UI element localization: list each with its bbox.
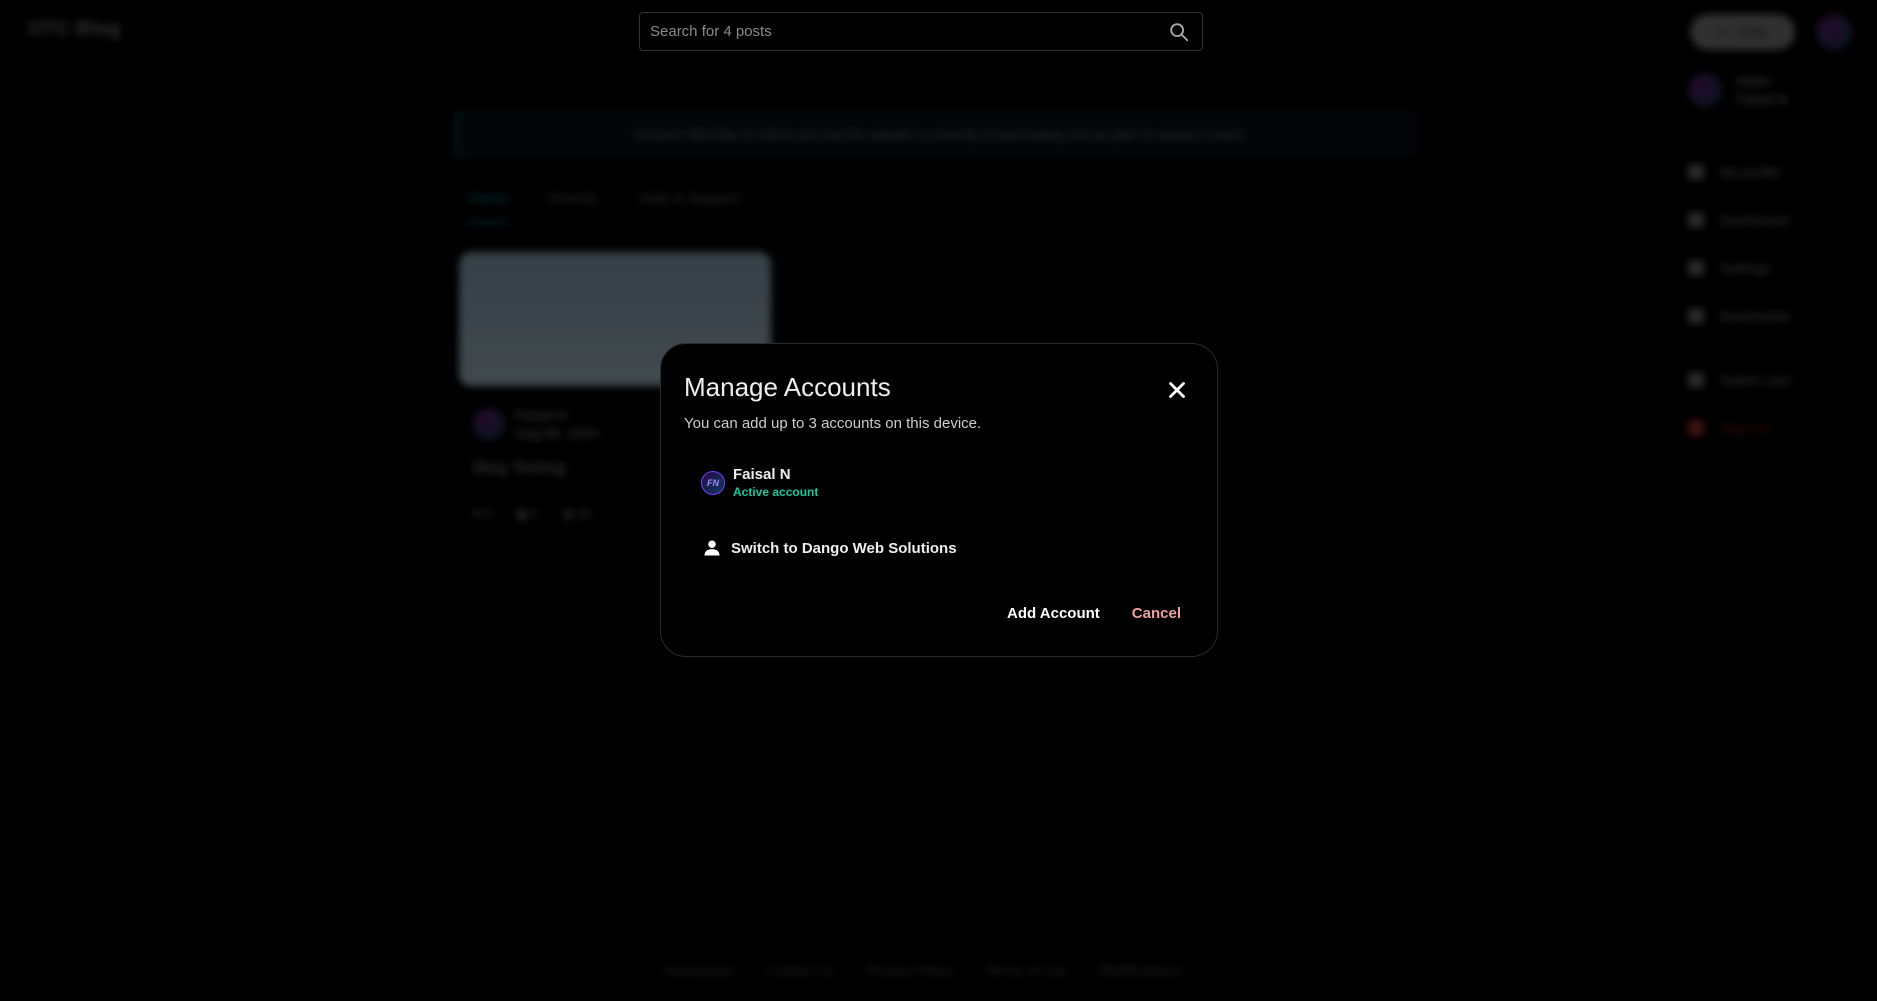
search-input[interactable] bbox=[640, 22, 1168, 41]
search-bar bbox=[639, 12, 1203, 51]
active-account: FN Faisal N Active account bbox=[701, 466, 818, 500]
dialog-subtitle: You can add up to 3 accounts on this dev… bbox=[684, 415, 982, 432]
dialog-actions: Add Account Cancel bbox=[1007, 605, 1181, 622]
account-status: Active account bbox=[733, 485, 819, 499]
avatar: FN bbox=[701, 471, 725, 495]
close-icon[interactable] bbox=[1164, 377, 1190, 403]
search-icon[interactable] bbox=[1168, 21, 1190, 43]
user-icon bbox=[704, 540, 720, 556]
cancel-button[interactable]: Cancel bbox=[1132, 605, 1181, 622]
switch-account-button[interactable]: Switch to Dango Web Solutions bbox=[703, 539, 957, 557]
account-name: Faisal N bbox=[733, 466, 791, 483]
add-account-button[interactable]: Add Account bbox=[1007, 605, 1100, 622]
dialog-title: Manage Accounts bbox=[684, 372, 891, 402]
manage-accounts-dialog: Manage Accounts You can add up to 3 acco… bbox=[660, 343, 1218, 657]
